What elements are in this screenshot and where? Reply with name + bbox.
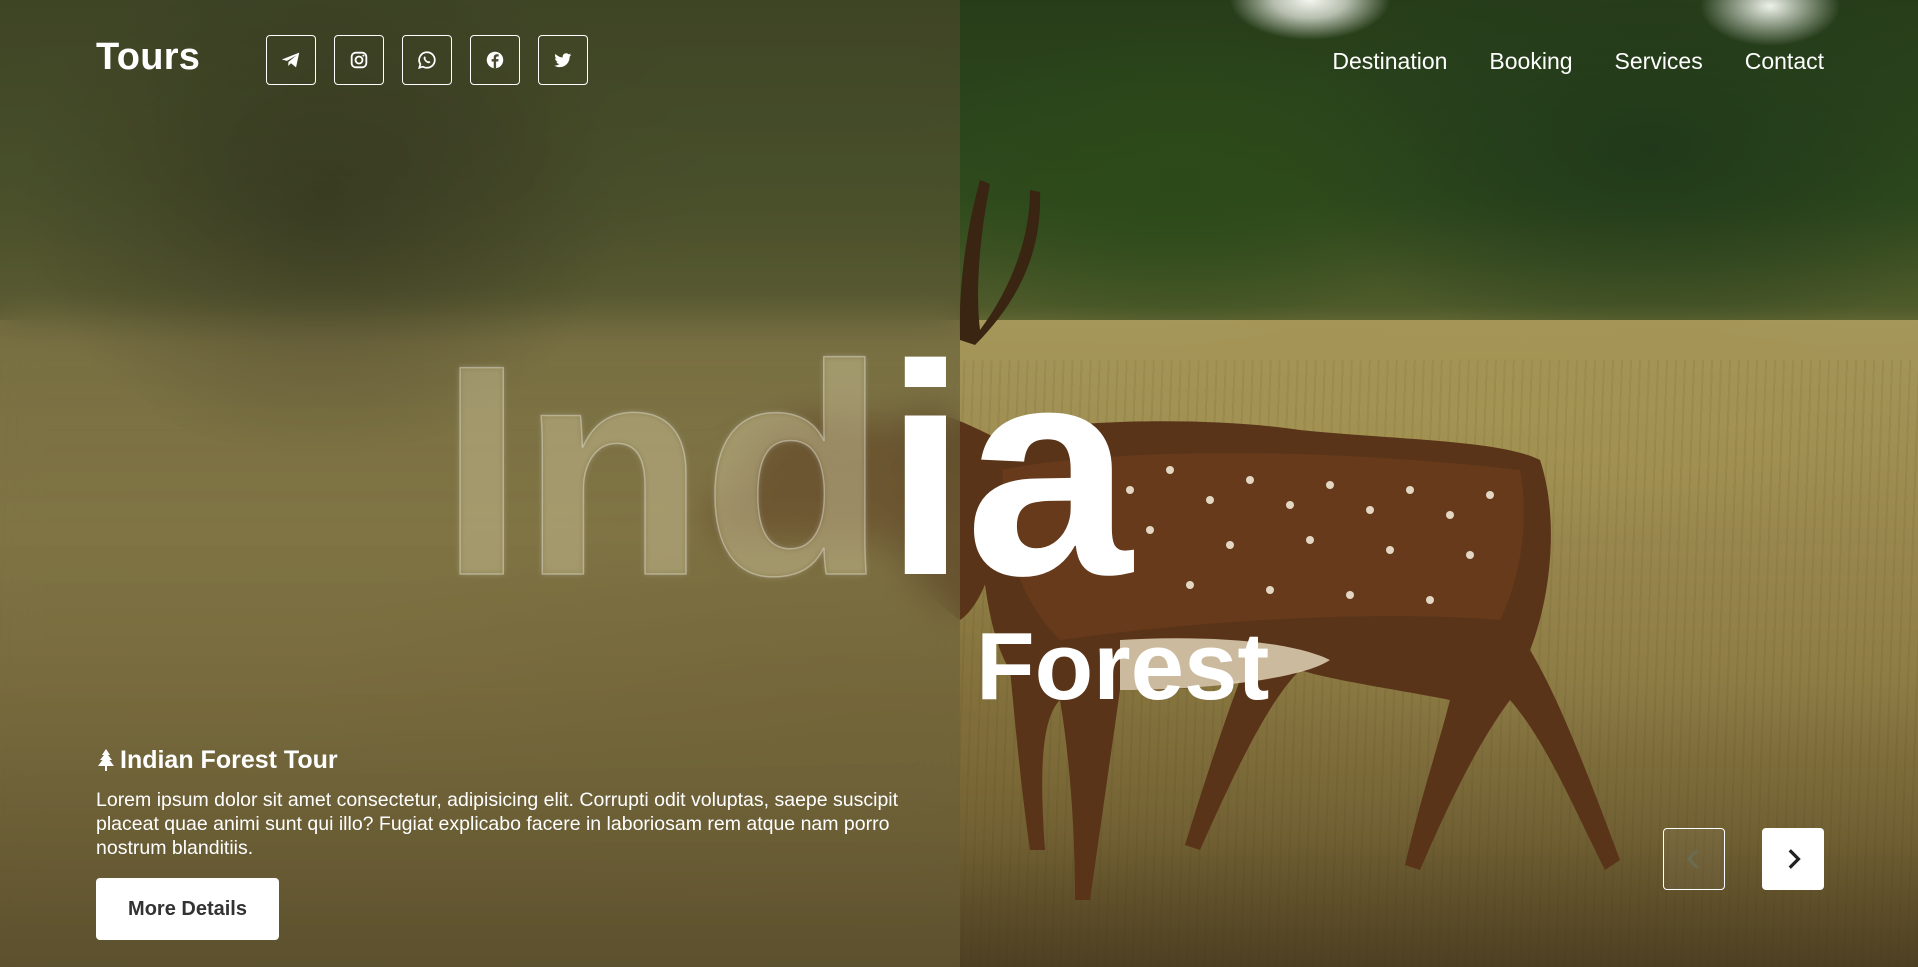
nav-contact[interactable]: Contact: [1745, 47, 1824, 75]
main-nav: Destination Booking Services Contact: [1332, 47, 1824, 75]
nav-services[interactable]: Services: [1615, 47, 1703, 75]
whatsapp-link[interactable]: [402, 35, 452, 85]
facebook-link[interactable]: [470, 35, 520, 85]
facebook-icon: [486, 51, 504, 69]
brand-logo[interactable]: Tours: [96, 36, 200, 79]
hero-title: India: [439, 319, 1132, 621]
hero-subtitle: Forest: [976, 613, 1270, 720]
more-details-button[interactable]: More Details: [96, 878, 279, 940]
hero-title-ghost: Ind: [439, 302, 886, 638]
instagram-link[interactable]: [334, 35, 384, 85]
telegram-link[interactable]: [266, 35, 316, 85]
twitter-link[interactable]: [538, 35, 588, 85]
hero-title-solid: ia: [883, 302, 1132, 638]
nav-booking[interactable]: Booking: [1489, 47, 1572, 75]
nav-destination[interactable]: Destination: [1332, 47, 1447, 75]
tour-heading: Indian Forest Tour: [96, 744, 338, 776]
social-links: [266, 35, 588, 85]
tour-description: Lorem ipsum dolor sit amet consectetur, …: [96, 789, 899, 859]
chevron-right-icon: [1788, 849, 1801, 869]
instagram-icon: [350, 51, 368, 69]
telegram-icon: [281, 52, 300, 68]
chevron-left-icon: [1686, 849, 1699, 869]
carousel-prev-button[interactable]: [1663, 828, 1725, 890]
carousel-next-button[interactable]: [1762, 828, 1824, 890]
tour-title: Indian Forest Tour: [120, 746, 338, 774]
tree-icon: [98, 749, 114, 771]
whatsapp-icon: [417, 51, 436, 69]
twitter-icon: [554, 53, 572, 68]
